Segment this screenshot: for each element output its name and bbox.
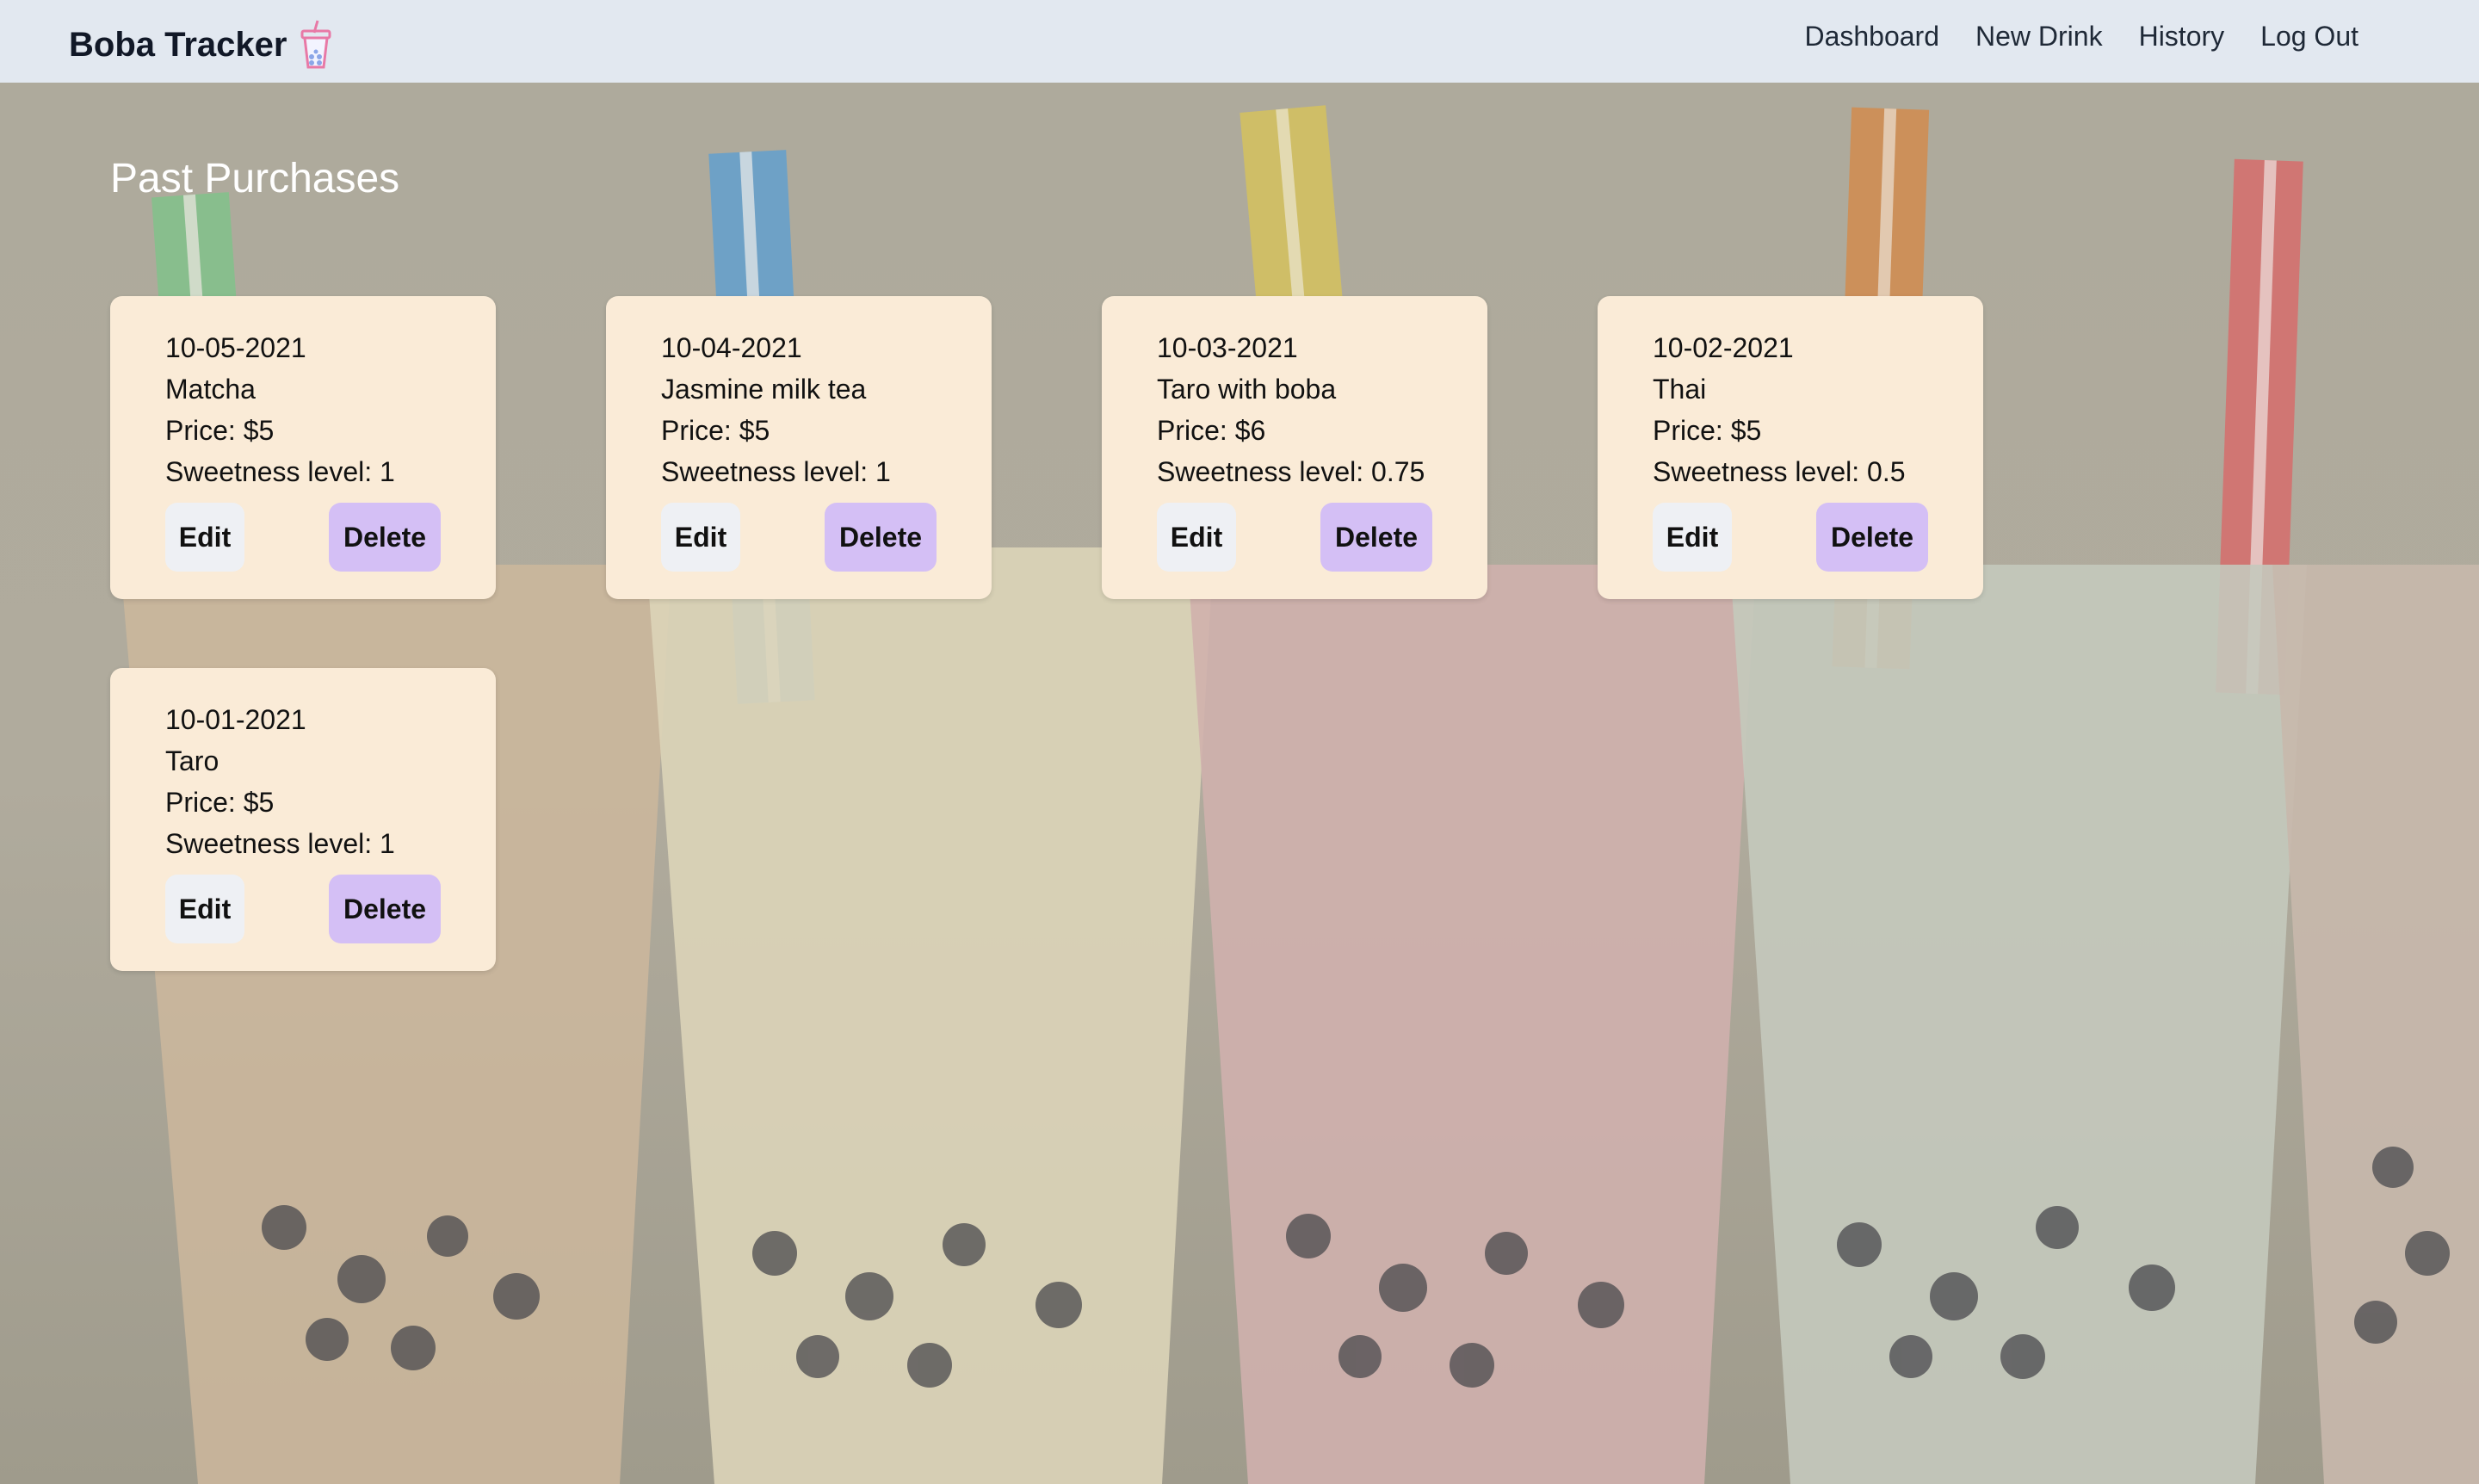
page-title: Past Purchases	[110, 156, 400, 201]
purchase-drink: Taro	[165, 745, 219, 776]
navbar: Boba Tracker Dashboard New Drink History…	[0, 0, 2479, 83]
purchase-date: 10-03-2021	[1157, 332, 1298, 363]
nav-new-drink[interactable]: New Drink	[1975, 21, 2103, 53]
delete-button[interactable]: Delete	[1320, 503, 1432, 572]
purchase-sweetness: Sweetness level: 1	[165, 456, 395, 487]
purchase-date: 10-02-2021	[1653, 332, 1794, 363]
purchase-details: 10-04-2021 Jasmine milk tea Price: $5 Sw…	[661, 327, 891, 492]
nav-log-out[interactable]: Log Out	[2260, 21, 2358, 53]
brand-name[interactable]: Boba Tracker	[69, 26, 287, 65]
purchase-price: Price: $5	[165, 787, 275, 818]
purchase-drink: Thai	[1653, 374, 1707, 405]
purchase-details: 10-03-2021 Taro with boba Price: $6 Swee…	[1157, 327, 1425, 492]
purchase-sweetness: Sweetness level: 0.5	[1653, 456, 1906, 487]
delete-button[interactable]: Delete	[329, 875, 441, 943]
purchase-details: 10-01-2021 Taro Price: $5 Sweetness leve…	[165, 699, 395, 864]
purchase-drink: Matcha	[165, 374, 256, 405]
purchase-card: 10-01-2021 Taro Price: $5 Sweetness leve…	[110, 668, 496, 971]
boba-cup-icon	[299, 19, 333, 71]
purchase-drink: Jasmine milk tea	[661, 374, 867, 405]
nav-history[interactable]: History	[2139, 21, 2225, 53]
edit-button[interactable]: Edit	[1157, 503, 1236, 572]
purchase-card: 10-02-2021 Thai Price: $5 Sweetness leve…	[1598, 296, 1983, 599]
nav-links: Dashboard New Drink History Log Out	[1804, 17, 2358, 55]
brand[interactable]: Boba Tracker	[69, 19, 333, 71]
purchase-price: Price: $5	[1653, 415, 1762, 446]
delete-button[interactable]: Delete	[329, 503, 441, 572]
purchase-sweetness: Sweetness level: 0.75	[1157, 456, 1425, 487]
edit-button[interactable]: Edit	[165, 503, 244, 572]
purchase-drink: Taro with boba	[1157, 374, 1337, 405]
edit-button[interactable]: Edit	[661, 503, 740, 572]
purchase-date: 10-05-2021	[165, 332, 306, 363]
purchase-price: Price: $5	[165, 415, 275, 446]
purchase-sweetness: Sweetness level: 1	[661, 456, 891, 487]
purchase-date: 10-04-2021	[661, 332, 802, 363]
purchase-sweetness: Sweetness level: 1	[165, 828, 395, 859]
nav-dashboard[interactable]: Dashboard	[1804, 21, 1939, 53]
purchase-card: 10-03-2021 Taro with boba Price: $6 Swee…	[1102, 296, 1487, 599]
edit-button[interactable]: Edit	[1653, 503, 1732, 572]
purchase-date: 10-01-2021	[165, 704, 306, 735]
purchase-card: 10-05-2021 Matcha Price: $5 Sweetness le…	[110, 296, 496, 599]
edit-button[interactable]: Edit	[165, 875, 244, 943]
purchase-price: Price: $6	[1157, 415, 1266, 446]
purchase-details: 10-02-2021 Thai Price: $5 Sweetness leve…	[1653, 327, 1906, 492]
purchase-price: Price: $5	[661, 415, 770, 446]
delete-button[interactable]: Delete	[825, 503, 937, 572]
purchase-details: 10-05-2021 Matcha Price: $5 Sweetness le…	[165, 327, 395, 492]
purchase-card: 10-04-2021 Jasmine milk tea Price: $5 Sw…	[606, 296, 992, 599]
delete-button[interactable]: Delete	[1816, 503, 1928, 572]
